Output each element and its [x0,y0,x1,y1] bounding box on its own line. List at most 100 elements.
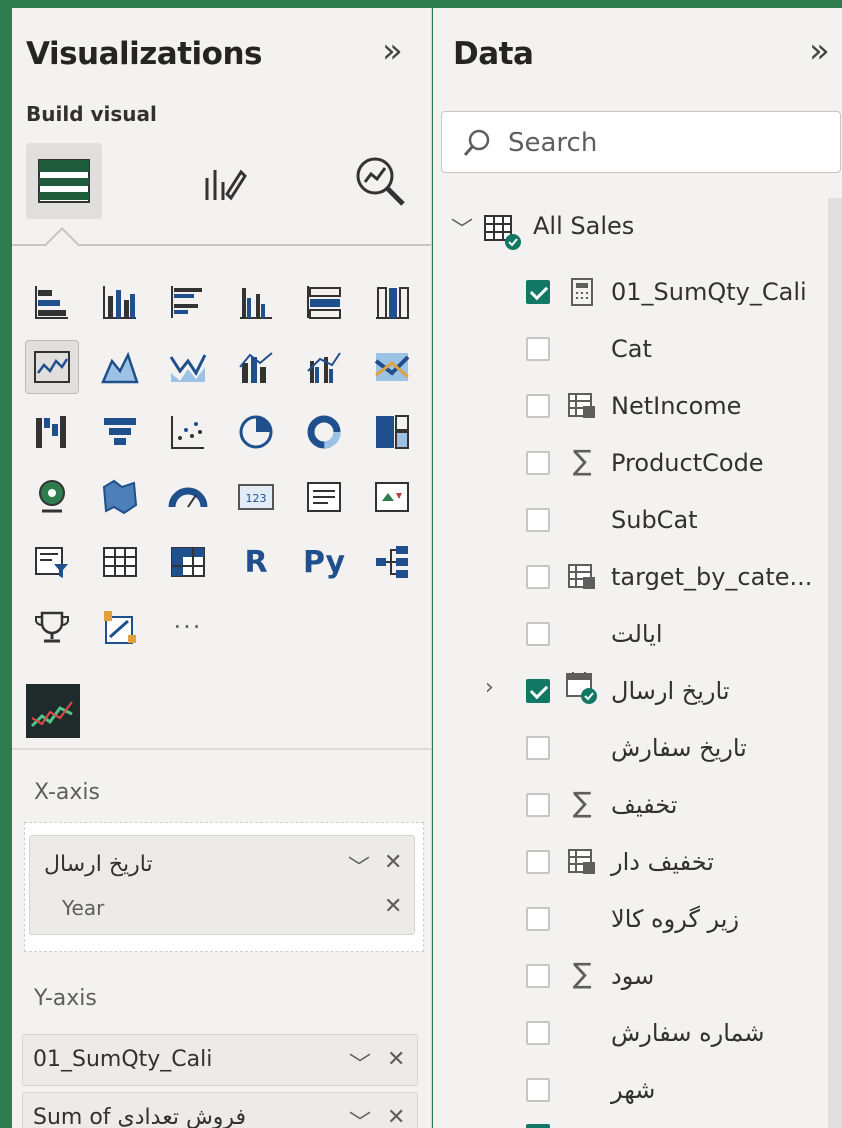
field-row[interactable]: › تاریخ ارسال [433,663,828,719]
key-influencers-icon[interactable] [26,601,78,653]
x-axis-well[interactable]: تاریخ ارسال ﹀ ✕ Year ✕ [24,822,424,952]
donut-chart-icon[interactable] [298,406,350,458]
field-row[interactable]: ایالت [433,606,828,662]
map-icon[interactable] [26,471,78,523]
remove-field-icon[interactable]: ✕ [384,850,402,875]
build-visual-label: Build visual [26,102,157,126]
field-row[interactable]: ∑ سود [433,948,828,1004]
field-checkbox[interactable] [526,565,550,589]
field-checkbox[interactable] [526,622,550,646]
line-chart-icon[interactable] [25,340,79,394]
field-name: تخفیف [611,791,678,819]
data-pane-scrollbar[interactable] [828,198,842,1128]
field-row[interactable]: SubCat [433,492,828,548]
field-checkbox[interactable] [526,394,550,418]
more-visuals-icon[interactable]: ··· [162,601,214,653]
field-checkbox[interactable] [526,793,550,817]
y-axis-field-pill[interactable]: 01_SumQty_Cali ﹀ ✕ [22,1034,418,1086]
field-checkbox[interactable] [526,907,550,931]
field-row[interactable]: تخفیف دار [433,834,828,890]
gauge-icon[interactable] [162,471,214,523]
ribbon-chart-icon[interactable] [366,341,418,393]
card-icon[interactable]: 123 [230,471,282,523]
field-row[interactable]: Cat [433,321,828,377]
clustered-column-chart-icon[interactable] [230,276,282,328]
treemap-icon[interactable] [366,406,418,458]
field-name: تاریخ سفارش [611,734,747,762]
sigma-icon: ∑ [572,956,592,990]
pie-chart-icon[interactable] [230,406,282,458]
chevron-right-icon[interactable]: › [485,675,494,700]
field-name: زیر گروه کالا [611,905,740,933]
field-row[interactable]: ∑ ProductCode [433,435,828,491]
field-checkbox[interactable] [526,280,550,304]
scatter-chart-icon[interactable] [162,406,214,458]
field-checkbox[interactable] [526,964,550,988]
remove-field-icon[interactable]: ✕ [387,1047,405,1072]
field-row[interactable]: ∑ تخفیف [433,777,828,833]
y-axis-field-pill[interactable]: Sum of فروش تعدادی ﹀ ✕ [22,1092,418,1128]
r-visual-icon[interactable]: R [230,536,282,588]
field-row[interactable]: شماره سفارش [433,1005,828,1061]
field-row[interactable]: 01_SumQty_Cali [433,264,828,320]
svg-text:123: 123 [246,492,267,505]
field-name: 01_SumQty_Cali [611,278,807,306]
python-visual-icon[interactable]: Py [298,536,350,588]
collapse-visualizations-icon[interactable]: » [382,34,403,68]
table-node-all-sales[interactable]: ﹀ All Sales [433,200,828,256]
slicer-icon[interactable] [26,536,78,588]
field-row-partial[interactable] [433,1116,828,1128]
waterfall-chart-icon[interactable] [26,406,78,458]
matrix-icon[interactable] [162,536,214,588]
format-visual-tab[interactable] [184,143,260,219]
multi-row-card-icon[interactable] [298,471,350,523]
tab-indicator-caret [45,227,79,261]
field-checkbox[interactable] [526,508,550,532]
remove-field-icon[interactable]: ✕ [387,1105,405,1128]
funnel-icon[interactable] [94,406,146,458]
x-axis-field-pill[interactable]: تاریخ ارسال ﹀ ✕ Year ✕ [29,835,415,935]
field-row[interactable]: زیر گروه کالا [433,891,828,947]
field-name: تاریخ ارسال [611,677,730,705]
field-checkbox[interactable] [526,1078,550,1102]
chevron-down-icon[interactable]: ﹀ [451,212,473,244]
line-stacked-column-chart-icon[interactable] [230,341,282,393]
decomposition-tree-icon[interactable] [366,536,418,588]
analytics-tab[interactable] [342,143,418,219]
sigma-icon: ∑ [572,443,592,477]
stacked-column-chart-icon[interactable] [94,276,146,328]
field-row[interactable]: تاریخ سفارش [433,720,828,776]
field-checkbox[interactable] [526,1021,550,1045]
build-visual-tab[interactable] [26,143,102,219]
field-row[interactable]: NetIncome [433,378,828,434]
field-checkbox[interactable] [526,736,550,760]
area-chart-icon[interactable] [94,341,146,393]
x-axis-label: X-axis [34,780,100,805]
custom-visual-icon[interactable] [26,684,80,738]
field-checkbox[interactable] [526,1124,550,1128]
stacked-bar-chart-icon[interactable] [26,276,78,328]
filled-map-icon[interactable] [94,471,146,523]
smart-narrative-icon[interactable] [94,601,146,653]
table-icon[interactable] [94,536,146,588]
field-checkbox[interactable] [526,337,550,361]
calculated-column-icon [565,845,599,879]
field-row[interactable]: target_by_cate... [433,549,828,605]
field-checkbox[interactable] [526,850,550,874]
field-row[interactable]: شهر [433,1062,828,1118]
100-stacked-bar-chart-icon[interactable] [298,276,350,328]
kpi-icon[interactable] [366,471,418,523]
stacked-area-chart-icon[interactable] [162,341,214,393]
line-clustered-column-chart-icon[interactable] [298,341,350,393]
chevron-down-icon[interactable]: ﹀ [349,1047,371,1079]
100-stacked-column-chart-icon[interactable] [366,276,418,328]
clustered-bar-chart-icon[interactable] [162,276,214,328]
remove-level-icon[interactable]: ✕ [384,894,402,919]
table-icon [484,215,521,250]
chevron-down-icon[interactable]: ﹀ [348,850,370,882]
field-name: شهر [611,1076,656,1104]
field-checkbox[interactable] [526,451,550,475]
field-checkbox[interactable] [526,679,550,703]
chevron-down-icon[interactable]: ﹀ [349,1105,371,1128]
more-visuals-label: ··· [173,613,203,641]
